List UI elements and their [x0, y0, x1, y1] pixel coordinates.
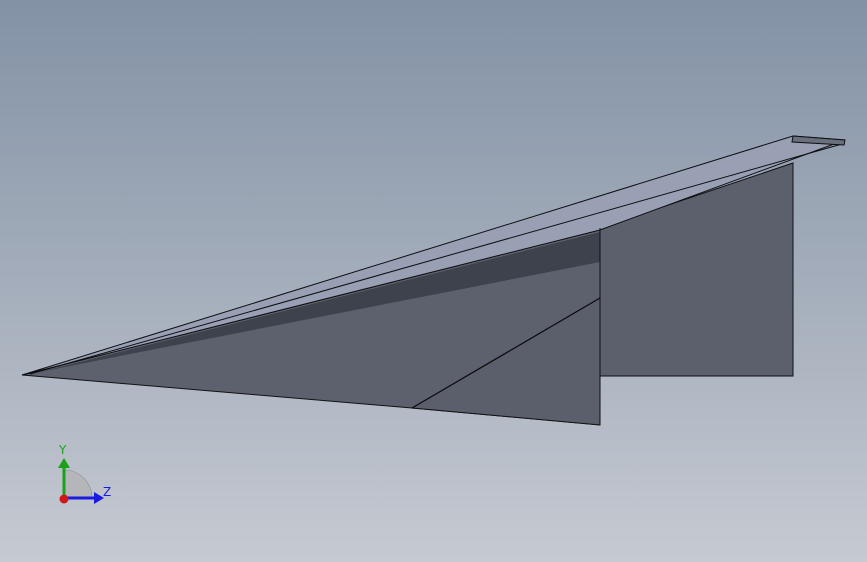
paper-airplane-model[interactable] — [0, 0, 867, 562]
y-arrow-icon — [58, 458, 70, 468]
triad-arc — [63, 469, 93, 499]
z-axis-label: Z — [103, 485, 111, 499]
orientation-triad[interactable]: Y Z — [44, 438, 124, 514]
y-axis-label: Y — [58, 443, 67, 457]
x-axis-icon — [59, 494, 69, 504]
graphics-viewport[interactable]: Y Z — [0, 0, 867, 562]
